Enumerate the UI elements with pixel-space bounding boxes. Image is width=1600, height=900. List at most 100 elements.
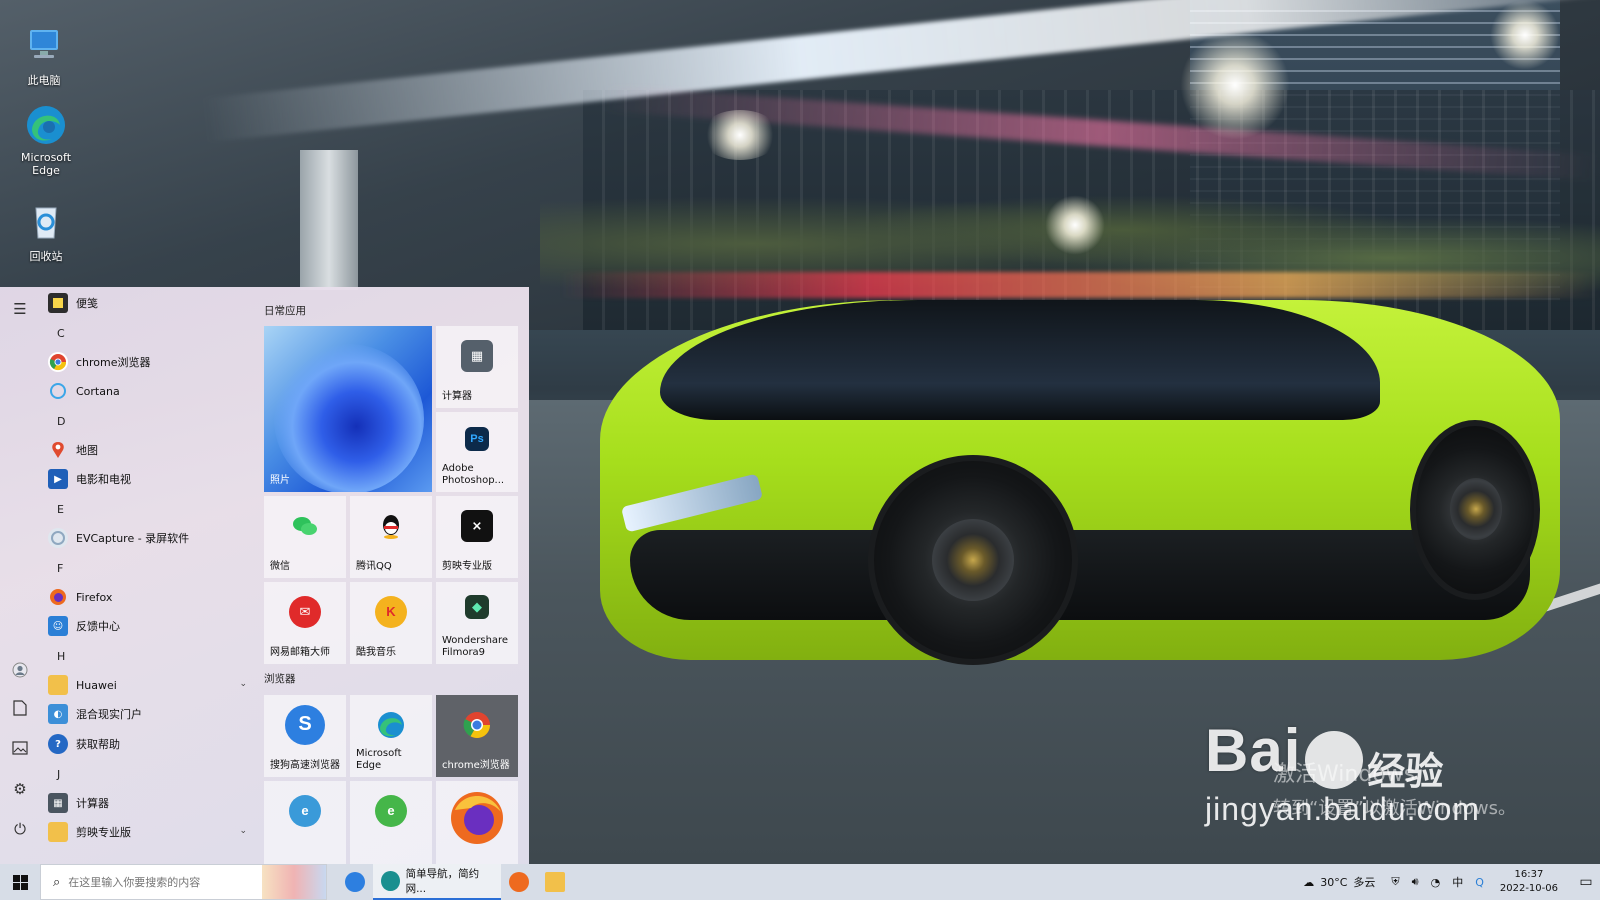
mixed-reality-icon: ◐ — [48, 704, 68, 724]
tile-kuwo-music[interactable]: K 酷我音乐 — [350, 582, 432, 664]
app-list-letter-header[interactable]: F — [57, 562, 63, 582]
taskbar-app-sogou[interactable] — [337, 864, 373, 900]
app-list-folder[interactable]: 剪映专业版 ⌄ — [48, 818, 253, 846]
tile-label: 照片 — [270, 475, 290, 486]
start-menu-rail: ☰ ⚙ ⏻ — [0, 287, 40, 864]
tile-label: chrome浏览器 — [442, 760, 510, 771]
network-icon[interactable]: ◔ — [1431, 876, 1441, 889]
feedback-hub-icon: ☺ — [48, 616, 68, 636]
start-button[interactable] — [0, 864, 40, 900]
clock-time: 16:37 — [1514, 869, 1544, 880]
app-list-letter-header[interactable]: J — [57, 768, 60, 788]
tile-qq[interactable]: 腾讯QQ — [350, 496, 432, 578]
tile-photoshop[interactable]: Ps Adobe Photoshop... — [436, 412, 518, 492]
tile-browser[interactable]: e — [264, 781, 346, 864]
app-list-item[interactable]: 地图 — [48, 436, 253, 464]
wheel-hub — [1450, 478, 1502, 540]
edge-icon — [375, 709, 407, 741]
tile-chrome[interactable]: chrome浏览器 — [436, 695, 518, 777]
taskbar: ⌕ 简单导航，简约网... ☁ 30°C 多云 ⛨ 🔊︎ ◔ 中 Q 16:37… — [0, 864, 1600, 900]
app-list-item[interactable]: ◐ 混合现实门户 — [48, 700, 253, 728]
taskbar-app-firefox[interactable] — [501, 864, 537, 900]
search-icon: ⌕ — [53, 874, 61, 890]
weather-condition[interactable]: 多云 — [1353, 874, 1375, 890]
tile-group-title[interactable]: 浏览器 — [264, 671, 296, 686]
app-list-item[interactable]: 便笺 — [48, 289, 253, 317]
taskbar-clock[interactable]: 16:37 2022-10-06 — [1500, 868, 1558, 896]
tile-filmora[interactable]: ◆ Wondershare Filmora9 — [436, 582, 518, 664]
tile-capcut[interactable]: ⨯ 剪映专业版 — [436, 496, 518, 578]
chevron-down-icon: ⌄ — [239, 826, 247, 836]
chevron-down-icon: ⌄ — [239, 679, 247, 689]
power-icon[interactable]: ⏻ — [8, 817, 32, 841]
capcut-icon: ⨯ — [461, 509, 493, 542]
tile-firefox[interactable] — [436, 781, 518, 864]
app-list-letter-header[interactable]: E — [57, 503, 64, 523]
car-window — [660, 300, 1380, 420]
volume-icon[interactable]: 🔊︎ — [1412, 875, 1419, 889]
weather-icon[interactable]: ☁ — [1303, 876, 1314, 889]
taskbar-search[interactable]: ⌕ — [40, 864, 327, 900]
app-list-label: 混合现实门户 — [76, 708, 142, 721]
app-list-folder[interactable]: Huawei ⌄ — [48, 671, 253, 699]
app-list-label: 电影和电视 — [76, 473, 131, 486]
app-list-item[interactable]: chrome浏览器 — [48, 348, 253, 376]
app-list-item[interactable]: Firefox — [48, 583, 253, 611]
windows-bloom-image — [274, 344, 424, 492]
settings-icon[interactable]: ⚙ — [8, 777, 32, 801]
tile-browser[interactable]: e — [350, 781, 432, 864]
desktop-icon-recycle-bin[interactable]: 回收站 — [11, 200, 81, 264]
app-list-letter-header[interactable]: C — [57, 327, 65, 347]
security-icon[interactable]: ⛨ — [1391, 875, 1399, 889]
tile-label: 网易邮箱大师 — [270, 647, 330, 658]
start-tiles: 日常应用 照片 ▦ 计算器 Ps Adobe Photoshop... 微信 腾… — [262, 287, 529, 864]
sticky-notes-icon — [48, 293, 68, 313]
this-pc-icon — [22, 24, 66, 68]
qq-tray-icon[interactable]: Q — [1475, 876, 1484, 889]
desktop-icon-edge[interactable]: Microsoft Edge — [11, 103, 81, 177]
desktop-icon-this-pc[interactable]: 此电脑 — [9, 24, 79, 88]
tile-wechat[interactable]: 微信 — [264, 496, 346, 578]
edge-icon — [381, 871, 400, 891]
netease-mail-icon: ✉ — [289, 595, 321, 628]
tile-edge[interactable]: Microsoft Edge — [350, 695, 432, 777]
weather-temp[interactable]: 30°C — [1320, 876, 1347, 889]
taskbar-app-edge[interactable]: 简单导航，简约网... — [373, 864, 501, 900]
taskbar-app-title: 简单导航，简约网... — [405, 868, 480, 895]
app-list-letter-header[interactable]: D — [57, 415, 65, 435]
app-list-item[interactable]: ▶ 电影和电视 — [48, 465, 253, 493]
menu-icon[interactable]: ☰ — [8, 297, 32, 321]
app-list-label: 剪映专业版 — [76, 826, 131, 839]
tile-group-title[interactable]: 日常应用 — [264, 303, 306, 318]
desktop-icon-label: 回收站 — [29, 250, 63, 263]
tile-netease-mail[interactable]: ✉ 网易邮箱大师 — [264, 582, 346, 664]
browser-icon: e — [375, 794, 407, 827]
document-icon[interactable] — [8, 699, 32, 723]
app-list-item[interactable]: EVCapture - 录屏软件 — [48, 524, 253, 552]
search-input[interactable] — [68, 875, 259, 889]
taskbar-app-file-explorer[interactable] — [537, 864, 573, 900]
user-icon[interactable] — [8, 661, 32, 685]
app-list-item[interactable]: ? 获取帮助 — [48, 730, 253, 758]
tile-photos[interactable]: 照片 — [264, 326, 432, 492]
car-rear-wheel — [1410, 420, 1540, 600]
kuwo-music-icon: K — [375, 595, 407, 628]
maps-icon — [48, 440, 68, 460]
app-list-label: 地图 — [76, 444, 98, 457]
ime-icon[interactable]: 中 — [1452, 874, 1463, 890]
notification-icon[interactable]: ▭ — [1572, 874, 1600, 890]
folder-icon — [48, 822, 68, 842]
tile-calculator[interactable]: ▦ 计算器 — [436, 326, 518, 408]
app-list-item[interactable]: ☺ 反馈中心 — [48, 612, 253, 640]
app-list-label: 获取帮助 — [76, 738, 120, 751]
app-list-letter-header[interactable]: H — [57, 650, 65, 670]
pictures-icon[interactable] — [8, 738, 32, 762]
firefox-icon — [509, 872, 529, 892]
app-list-label: Huawei — [76, 678, 117, 692]
tile-sogou-browser[interactable]: S 搜狗高速浏览器 — [264, 695, 346, 777]
tile-label: 酷我音乐 — [356, 647, 396, 658]
app-list-item[interactable]: Cortana — [48, 377, 253, 405]
app-list-item[interactable]: ▦ 计算器 — [48, 789, 253, 817]
car-side-skirt — [630, 530, 1530, 620]
sogou-browser-icon — [345, 872, 365, 892]
